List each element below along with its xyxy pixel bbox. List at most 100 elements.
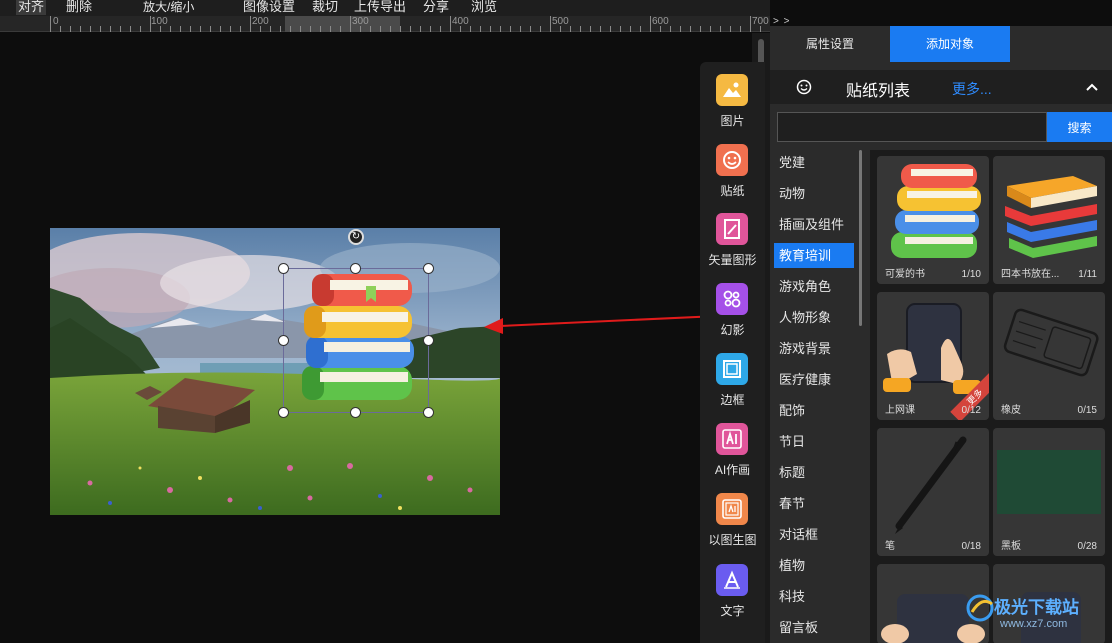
- vector-icon: [716, 213, 748, 245]
- menu-browse[interactable]: 浏览: [471, 0, 497, 15]
- resize-handle-bottom[interactable]: [350, 407, 361, 418]
- menu-align[interactable]: 对齐: [16, 0, 47, 15]
- category-item[interactable]: 标题: [774, 460, 854, 485]
- rotate-icon[interactable]: ↻: [348, 229, 364, 245]
- sticker-card[interactable]: 可爱的书 1/10: [877, 156, 989, 284]
- ruler-tick: [520, 26, 521, 32]
- sticker-count: 1/10: [961, 269, 981, 280]
- ruler-tick: [110, 26, 111, 32]
- menu-image-settings[interactable]: 图像设置: [243, 0, 295, 15]
- sticker-card[interactable]: 四本书放在... 1/11: [993, 156, 1105, 284]
- category-item[interactable]: 植物: [774, 553, 854, 578]
- ruler-tick: [550, 16, 551, 32]
- tool-label: 以图生图: [708, 533, 757, 547]
- category-item[interactable]: 科技: [774, 584, 854, 609]
- category-item-active[interactable]: 教育培训: [774, 243, 854, 268]
- sticker-card[interactable]: 橡皮 0/15: [993, 292, 1105, 420]
- tool-label: 文字: [720, 604, 745, 618]
- ruler-tick: [120, 26, 121, 32]
- menu-zoom[interactable]: 放大/缩小: [143, 0, 194, 15]
- sticker-count: 0/15: [1077, 405, 1097, 416]
- ruler-tick: [640, 26, 641, 32]
- more-link[interactable]: 更多...: [952, 79, 992, 99]
- chevron-up-icon[interactable]: [1086, 82, 1098, 92]
- ruler-label: 200: [252, 16, 269, 27]
- sticker-count: 0/18: [961, 541, 981, 552]
- ruler-tick: [420, 26, 421, 32]
- sticker-card[interactable]: 笔 0/18: [877, 428, 989, 556]
- smile-icon: [796, 79, 812, 95]
- sticker-card[interactable]: 更多 上网课 0/12: [877, 292, 989, 420]
- ruler-tick: [700, 26, 701, 32]
- four-books-thumbnail: [1005, 176, 1097, 258]
- ruler-tick: [720, 26, 721, 32]
- right-panel: 属性设置 添加对象 贴纸列表 更多... 搜索 党建 动物 插画及组件 教育培训…: [770, 26, 1112, 643]
- menu-share[interactable]: 分享: [423, 0, 449, 15]
- ruler-tick: [240, 26, 241, 32]
- ruler-tick: [570, 26, 571, 32]
- tool-label: AI作画: [714, 463, 751, 477]
- sticker-name: 橡皮: [1001, 405, 1021, 416]
- category-item[interactable]: 插画及组件: [774, 212, 854, 237]
- ruler-tick: [410, 26, 411, 32]
- phantom-icon: [716, 283, 748, 315]
- tool-label: 图片: [720, 114, 745, 128]
- resize-handle-bottom-left[interactable]: [278, 407, 289, 418]
- menu-delete[interactable]: 删除: [66, 0, 92, 15]
- category-item[interactable]: 游戏角色: [774, 274, 854, 299]
- category-item[interactable]: 党建: [774, 150, 854, 175]
- category-item[interactable]: 节日: [774, 429, 854, 454]
- resize-handle-top-left[interactable]: [278, 263, 289, 274]
- ai-icon: [716, 423, 748, 455]
- tool-label: 幻影: [720, 323, 745, 337]
- ruler-tick: [290, 26, 291, 32]
- category-item[interactable]: 留言板: [774, 615, 854, 640]
- ruler-selection-range: [285, 16, 400, 32]
- resize-handle-left[interactable]: [278, 335, 289, 346]
- menu-crop[interactable]: 裁切: [312, 0, 338, 15]
- sticker-name: 可爱的书: [885, 269, 925, 280]
- menu-upload-export[interactable]: 上传导出: [354, 0, 406, 15]
- text-icon: [716, 564, 748, 596]
- blackboard-thumbnail: [997, 450, 1101, 514]
- category-item[interactable]: 对话框: [774, 522, 854, 547]
- pen-thumbnail: [895, 436, 967, 534]
- ruler-tick: [180, 26, 181, 32]
- ruler-tick: [630, 26, 631, 32]
- resize-handle-top-right[interactable]: [423, 263, 434, 274]
- ruler-tick: [60, 26, 61, 32]
- resize-handle-right[interactable]: [423, 335, 434, 346]
- tab-add-object[interactable]: 添加对象: [890, 26, 1010, 62]
- sticker-name: 笔: [885, 541, 895, 552]
- ruler-tick: [50, 16, 51, 32]
- books-sticker-object[interactable]: [292, 268, 422, 408]
- sticker-list-title: 贴纸列表: [846, 83, 911, 100]
- ruler-tick: [310, 26, 311, 32]
- ruler-label: 300: [352, 16, 369, 27]
- ruler-label: 0: [53, 16, 59, 27]
- category-item[interactable]: 春节: [774, 491, 854, 516]
- ruler-tick: [170, 26, 171, 32]
- sticker-name: 上网课: [885, 405, 915, 416]
- ruler-tick: [70, 26, 71, 32]
- category-item[interactable]: 动物: [774, 181, 854, 206]
- resize-handle-bottom-right[interactable]: [423, 407, 434, 418]
- ruler-tick: [730, 26, 731, 32]
- category-item[interactable]: 医疗健康: [774, 367, 854, 392]
- category-item[interactable]: 人物形象: [774, 305, 854, 330]
- ruler-tick: [320, 26, 321, 32]
- ruler-tick: [600, 26, 601, 32]
- search-input[interactable]: [777, 112, 1047, 142]
- category-item[interactable]: 游戏背景: [774, 336, 854, 361]
- tool-label: 边框: [720, 393, 745, 407]
- category-scrollbar[interactable]: [859, 150, 862, 326]
- ruler-tick: [220, 26, 221, 32]
- menu-bar: 对齐 删除 放大/缩小 图像设置 裁切 上传导出 分享 浏览: [0, 0, 770, 16]
- ruler-tick: [350, 16, 351, 32]
- tab-properties[interactable]: 属性设置: [770, 26, 890, 62]
- watermark-url: www.xz7.com: [1000, 618, 1068, 630]
- sticker-card[interactable]: 黑板 0/28: [993, 428, 1105, 556]
- ruler-tick: [190, 26, 191, 32]
- search-button[interactable]: 搜索: [1047, 112, 1112, 142]
- category-item[interactable]: 配饰: [774, 398, 854, 423]
